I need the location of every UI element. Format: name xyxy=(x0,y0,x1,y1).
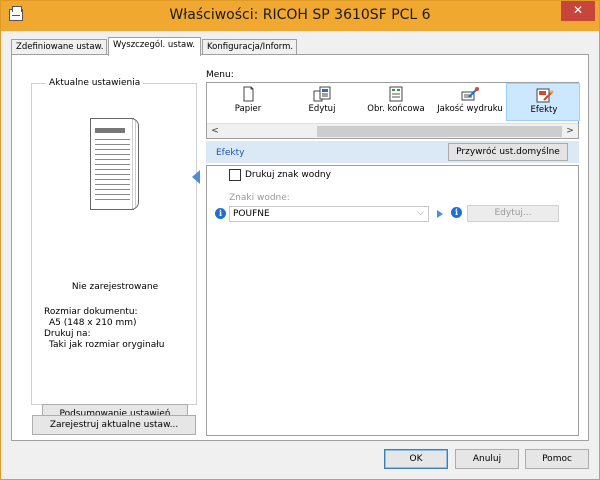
ok-button[interactable]: OK xyxy=(384,449,448,469)
document-preview-icon xyxy=(90,118,140,213)
effects-title: Efekty xyxy=(216,148,245,158)
edit-watermark-button[interactable]: Edytuj... xyxy=(467,205,559,222)
scroll-thumb[interactable] xyxy=(317,126,562,137)
effects-section-header: Efekty Przywróć ust.domyślne xyxy=(206,141,579,163)
doc-size-value: A5 (148 x 210 mm) xyxy=(49,318,137,328)
menu-item-effects[interactable]: Efekty xyxy=(506,83,580,121)
menu-list: Papier Edytuj Obr. końcowa Jakość wydruk… xyxy=(206,82,580,139)
menu-item-paper[interactable]: Papier xyxy=(211,83,285,121)
effects-content: Drukuj znak wodny Znaki wodne: i POUFNE … xyxy=(206,165,579,436)
menu-item-label: Edytuj xyxy=(308,104,336,114)
scroll-right-button[interactable]: > xyxy=(563,125,577,138)
collapse-panel-arrow-icon[interactable] xyxy=(192,170,200,184)
cancel-button[interactable]: Anuluj xyxy=(455,449,519,469)
tab-predefined-settings[interactable]: Zdefiniowane ustaw. xyxy=(11,39,107,55)
help-button[interactable]: Pomoc xyxy=(525,449,589,469)
menu-item-label: Jakość wydruku xyxy=(437,104,503,114)
paper-icon xyxy=(243,86,254,102)
menu-item-finishing[interactable]: Obr. końcowa xyxy=(359,83,433,121)
menu-item-label: Efekty xyxy=(530,105,558,115)
title-bar: Właściwości: RICOH SP 3610SF PCL 6 ✕ xyxy=(1,1,599,31)
chevron-down-icon: ⌵ xyxy=(417,208,424,218)
current-settings-group: Aktualne ustawienia Nie zarejestrowane R… xyxy=(31,78,197,424)
restore-defaults-button[interactable]: Przywróć ust.domyślne xyxy=(448,143,568,161)
window-title: Właściwości: RICOH SP 3610SF PCL 6 xyxy=(169,7,431,23)
info-icon[interactable]: i xyxy=(451,207,462,218)
arrow-right-icon xyxy=(437,210,443,218)
tab-panel: Aktualne ustawienia Nie zarejestrowane R… xyxy=(11,54,589,441)
print-quality-icon xyxy=(461,87,479,101)
settings-info: Rozmiar dokumentu: A5 (148 x 210 mm) Dru… xyxy=(44,307,165,351)
printer-properties-window: Właściwości: RICOH SP 3610SF PCL 6 ✕ Zde… xyxy=(0,0,600,480)
menu-item-label: Obr. końcowa xyxy=(367,104,425,114)
print-on-value: Taki jak rozmiar oryginału xyxy=(49,340,165,350)
print-watermark-label: Drukuj znak wodny xyxy=(245,170,331,180)
finishing-icon xyxy=(389,86,403,102)
current-settings-label: Aktualne ustawienia xyxy=(46,78,144,88)
menu-item-print-quality[interactable]: Jakość wydruku xyxy=(433,83,507,121)
tab-configuration[interactable]: Konfiguracja/Inform. xyxy=(202,39,297,55)
registration-status: Nie zarejestrowane xyxy=(71,282,159,292)
menu-item-label: Papier xyxy=(234,104,262,114)
doc-size-label: Rozmiar dokumentu: xyxy=(44,307,138,317)
menu-scrollbar[interactable]: < > xyxy=(207,123,578,138)
effects-icon xyxy=(536,88,554,103)
menu-label: Menu: xyxy=(206,70,234,80)
tab-detailed-settings[interactable]: Wyszczegól. ustaw. xyxy=(108,37,201,56)
register-settings-button[interactable]: Zarejestruj aktualne ustaw... xyxy=(32,415,196,435)
edit-layout-icon xyxy=(313,86,331,102)
print-watermark-checkbox[interactable] xyxy=(229,169,241,181)
watermark-select[interactable]: POUFNE ⌵ xyxy=(229,206,429,222)
info-icon[interactable]: i xyxy=(215,208,226,219)
menu-item-edit[interactable]: Edytuj xyxy=(285,83,359,121)
close-button[interactable]: ✕ xyxy=(561,1,595,21)
scroll-left-button[interactable]: < xyxy=(208,125,222,138)
print-on-label: Drukuj na: xyxy=(44,329,91,339)
watermarks-label: Znaki wodne: xyxy=(229,193,290,203)
watermark-selected-value: POUFNE xyxy=(233,209,270,219)
